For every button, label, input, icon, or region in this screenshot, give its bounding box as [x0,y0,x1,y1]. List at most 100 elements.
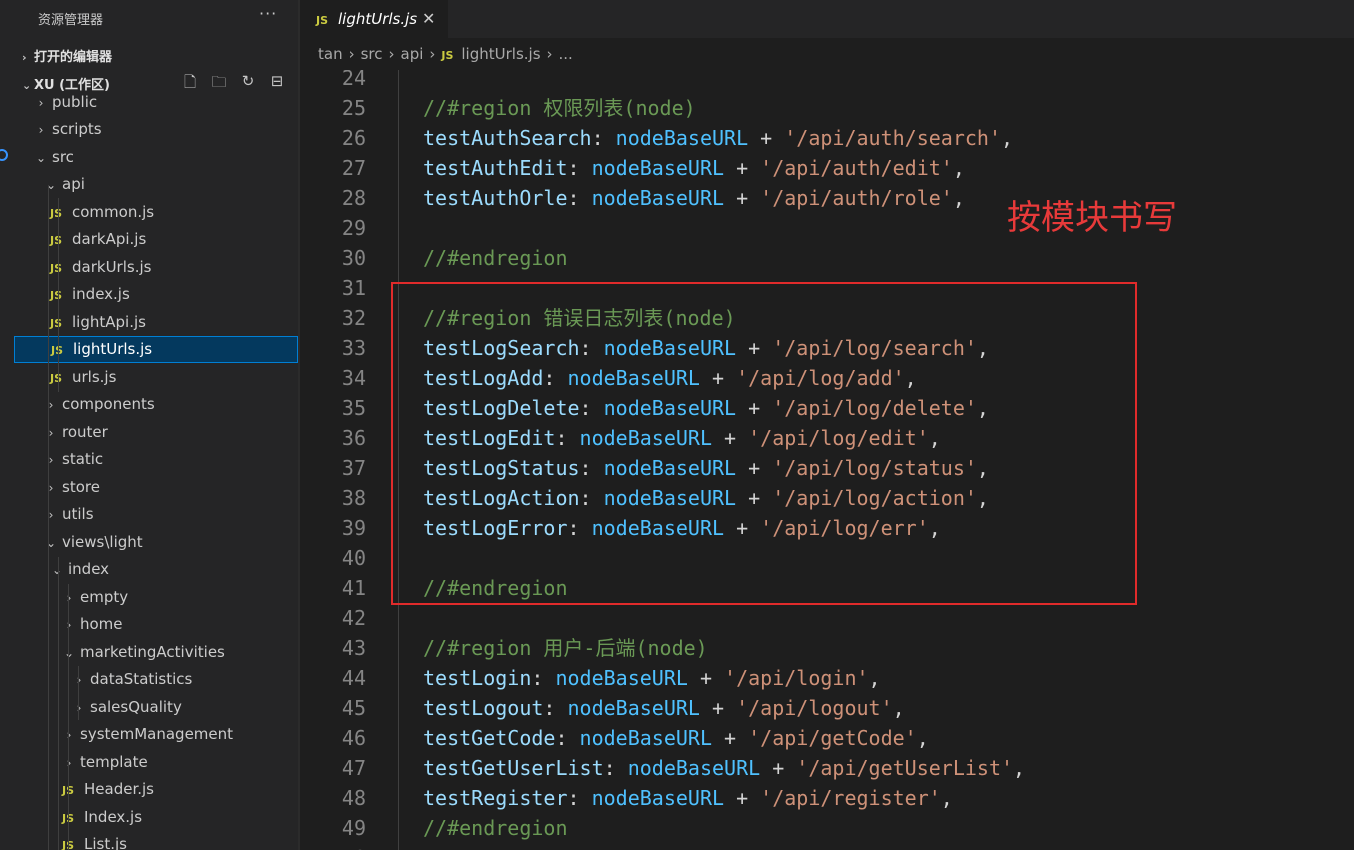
close-tab-icon[interactable]: ✕ [422,0,435,38]
folder-item[interactable]: › systemManagement [14,721,298,748]
file-item[interactable]: JS urls.js [14,364,298,391]
code-token: testGetUserList [423,756,604,780]
chevron-down-icon: ⌄ [45,178,57,192]
code-text: testGetCode: nodeBaseURL + '/api/getCode… [423,723,929,753]
tab-lighturls[interactable]: JS lightUrls.js ✕ [300,0,448,38]
folder-item[interactable]: › store [14,474,298,501]
tree-indent-guide [58,198,59,392]
file-item[interactable]: JS lightApi.js [14,309,298,336]
code-text: testAuthOrle: nodeBaseURL + '/api/auth/r… [423,183,965,213]
folder-item[interactable]: ⌄ views\light [14,529,298,556]
chevron-down-icon: ⌄ [45,536,57,550]
line-number: 49 [341,816,366,840]
chevron-down-icon: ⌄ [51,563,63,577]
code-token: '/api/auth/search' [784,126,1001,150]
more-actions-icon[interactable]: ··· [259,4,277,23]
code-token: //#region 用户-后端(node) [423,636,708,660]
code-token: '/api/login' [724,666,869,690]
chevron-right-icon: › [48,453,54,467]
code-token: , [892,696,905,720]
file-item[interactable]: JSIndex.js [14,804,298,831]
chevron-right-icon: › [48,398,54,412]
tree-item-label: Header.js [84,780,154,798]
js-file-icon: JS [50,207,63,220]
chevron-right-icon: › [48,508,54,522]
code-text: testGetUserList: nodeBaseURL + '/api/get… [423,753,1025,783]
file-item[interactable]: JSHeader.js [14,776,298,803]
folder-item[interactable]: › router [14,419,298,446]
tree-item-label: common.js [72,203,155,221]
tree-item-label: darkApi.js [72,230,147,248]
chevron-right-icon: › [48,426,54,440]
breadcrumb-item[interactable]: src [361,45,383,63]
code-text: testAuthEdit: nodeBaseURL + '/api/auth/e… [423,153,965,183]
code-token: testAuthOrle [423,186,568,210]
chevron-right-icon: › [546,45,553,63]
chevron-right-icon: › [66,728,72,742]
code-token: '/api/getCode' [748,726,917,750]
js-file-icon: JS [441,49,454,62]
folder-item[interactable]: › static [14,446,298,473]
chevron-right-icon: › [38,96,44,110]
file-item[interactable]: JS common.js [14,199,298,226]
code-token: , [952,156,965,180]
code-token: + [699,696,737,720]
code-text: testAuthSearch: nodeBaseURL + '/api/auth… [423,123,1013,153]
folder-item[interactable]: › salesQuality [14,694,298,721]
folder-item[interactable]: › scripts [14,116,298,143]
tree-item-label: scripts [52,120,102,138]
code-token: '/api/auth/edit' [760,156,953,180]
open-editors-section[interactable]: › 打开的编辑器 [22,46,112,65]
chevron-right-icon: › [48,481,54,495]
folder-item[interactable]: ⌄ index [14,556,298,583]
code-token: testLogout [423,696,544,720]
line-number: 36 [341,426,366,450]
tree-item-label: components [62,395,155,413]
folder-item[interactable]: › public [14,89,298,116]
breadcrumb-item[interactable]: tan [318,45,343,63]
line-number: 29 [341,216,366,240]
tree-item-label: home [80,615,123,633]
code-token: , [940,786,953,810]
file-item[interactable]: JS lightUrls.js [14,336,298,363]
folder-item[interactable]: › components [14,391,298,418]
line-number: 30 [341,246,366,270]
file-item[interactable]: JS darkApi.js [14,226,298,253]
chevron-down-icon: ⌄ [35,151,47,165]
breadcrumb-item[interactable]: ... [559,45,573,63]
folder-item[interactable]: › dataStatistics [14,666,298,693]
code-token: + [748,126,785,150]
chevron-right-icon: › [66,591,72,605]
tree-item-label: darkUrls.js [72,258,152,276]
tree-item-label: src [52,148,74,166]
breadcrumb-item[interactable]: lightUrls.js [461,45,540,63]
code-token: //#region 权限列表(node) [423,96,696,120]
folder-item[interactable]: ⌄ src [14,144,298,171]
file-item[interactable]: JS index.js [14,281,298,308]
file-item[interactable]: JSList.js [14,831,298,850]
line-number: 27 [341,156,366,180]
code-token: nodeBaseURL [615,126,749,150]
line-number: 45 [341,696,366,720]
code-text: //#endregion [423,813,568,843]
folder-item[interactable]: ⌄ api [14,171,298,198]
folder-item[interactable]: › utils [14,501,298,528]
code-text: testLogout: nodeBaseURL + '/api/logout', [423,693,905,723]
breadcrumb-item[interactable]: api [401,45,424,63]
file-item[interactable]: JS darkUrls.js [14,254,298,281]
tree-item-label: systemManagement [80,725,234,743]
code-token: : [567,156,592,180]
line-number: 39 [341,516,366,540]
folder-item[interactable]: › template [14,749,298,776]
js-file-icon: JS [62,832,84,850]
folder-item[interactable]: › empty [14,584,298,611]
explorer-sidebar: 资源管理器 ··· › 打开的编辑器 ⌄ XU (工作区) 🗋 🗀 ↻ ⊟ › pub… [0,0,298,850]
code-token: nodeBaseURL [591,786,725,810]
code-token: testAuthEdit [423,156,568,180]
line-number: 26 [341,126,366,150]
folder-item[interactable]: › home [14,611,298,638]
tree-item-label: router [62,423,108,441]
line-number: 47 [341,756,366,780]
code-token: , [1001,126,1014,150]
folder-item[interactable]: ⌄ marketingActivities [14,639,298,666]
